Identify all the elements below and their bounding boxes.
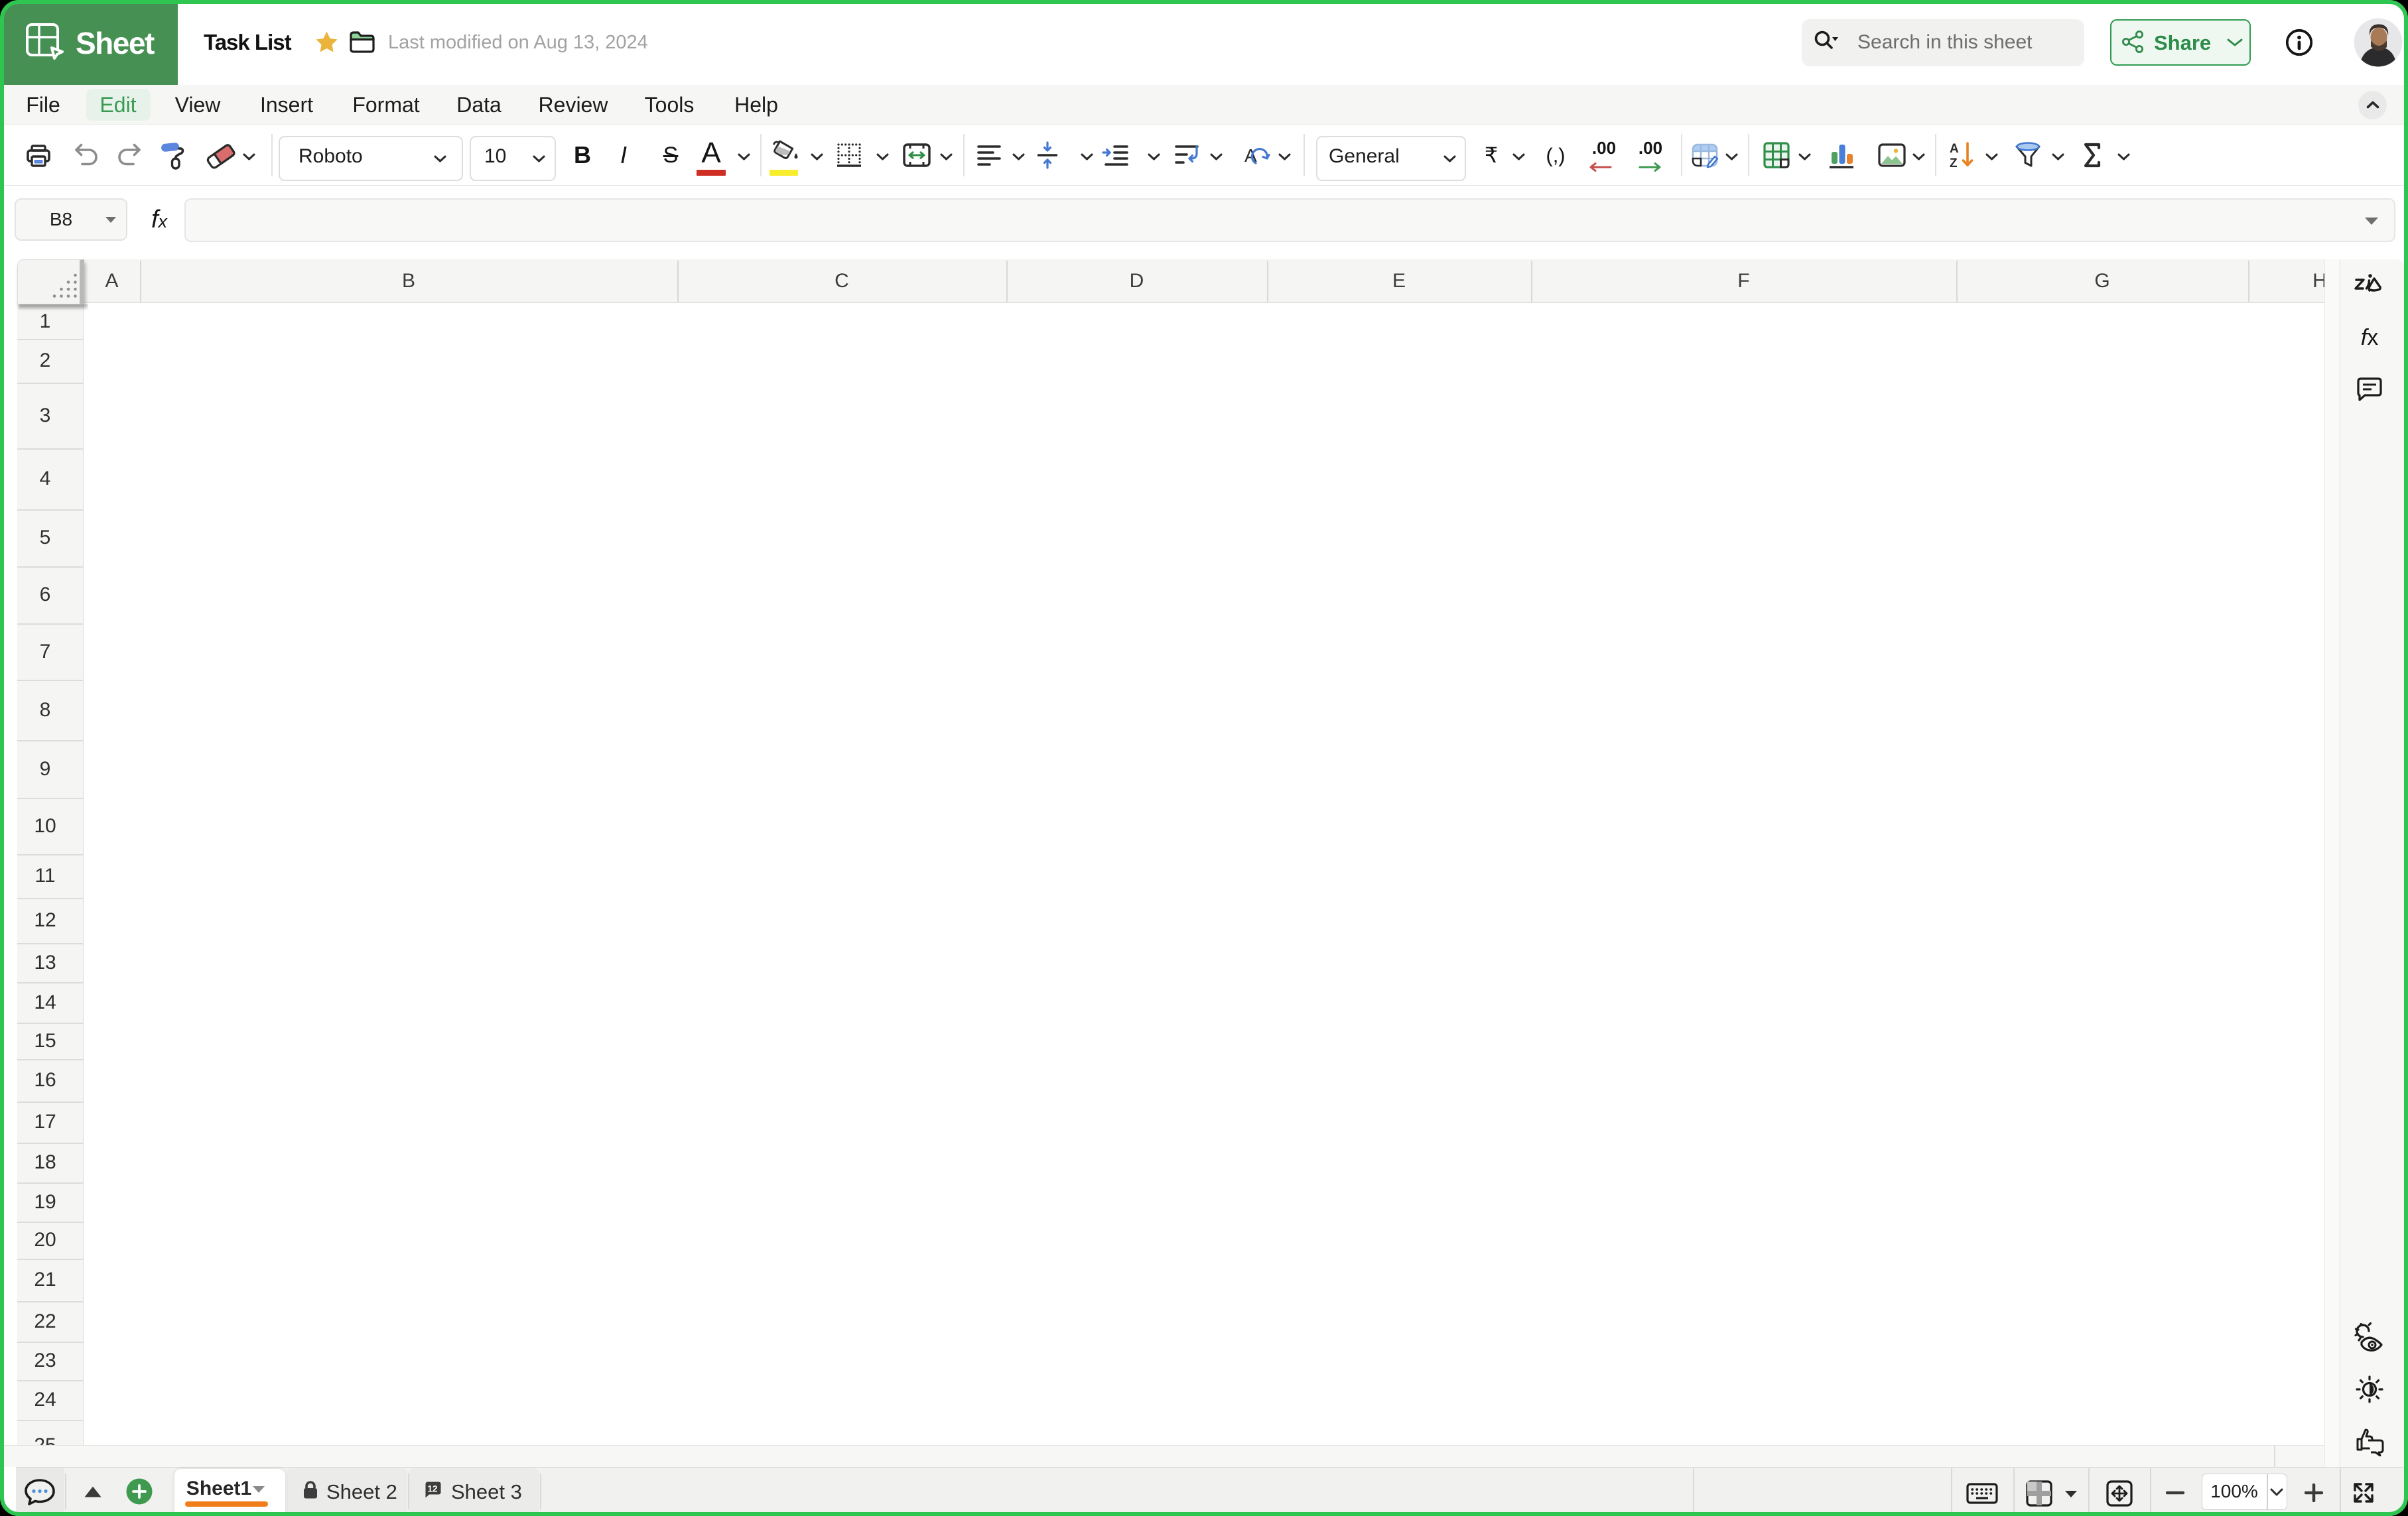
svg-text:A: A	[1950, 142, 1959, 156]
svg-text:Z: Z	[1950, 157, 1958, 170]
svg-text:12: 12	[428, 1484, 438, 1494]
